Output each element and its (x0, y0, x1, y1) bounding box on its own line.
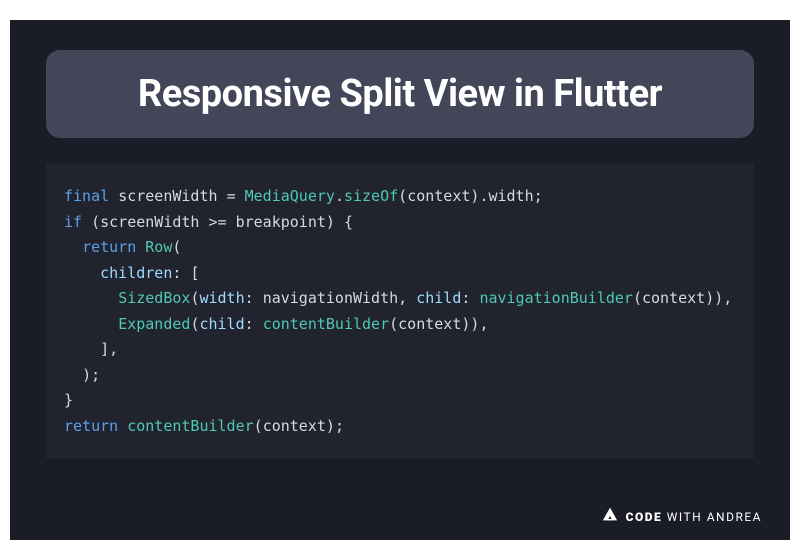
code-token: = (227, 187, 236, 205)
code-token: ( (389, 315, 398, 333)
code-token: ( (172, 238, 181, 256)
code-token: ( (254, 417, 263, 435)
code-token (236, 187, 245, 205)
code-token: contentBuilder (263, 315, 389, 333)
code-token (64, 238, 82, 256)
code-block: final screenWidth = MediaQuery.sizeOf(co… (46, 164, 754, 459)
code-token (227, 213, 236, 231)
code-token: ) (326, 213, 335, 231)
code-token: navigationBuilder (479, 289, 633, 307)
brand-logo-icon (602, 507, 618, 526)
code-token (199, 213, 208, 231)
code-token (64, 264, 100, 282)
code-token: navigationWidth (263, 289, 398, 307)
code-token: width (199, 289, 244, 307)
code-token: context (407, 187, 470, 205)
code-token: , (398, 289, 407, 307)
code-token: . (335, 187, 344, 205)
code-token: ) (714, 289, 723, 307)
code-token: screenWidth (100, 213, 199, 231)
code-token: ( (398, 187, 407, 205)
brand-footer: CODE WITH ANDREA (602, 507, 762, 526)
code-token: ; (534, 187, 543, 205)
code-token: ; (335, 417, 344, 435)
code-token: ) (705, 289, 714, 307)
code-token: breakpoint (236, 213, 326, 231)
code-token: [ (190, 264, 199, 282)
code-token (254, 315, 263, 333)
code-token: return (64, 417, 118, 435)
code-token: >= (209, 213, 227, 231)
code-token: return (82, 238, 136, 256)
code-token: Row (145, 238, 172, 256)
code-token (118, 417, 127, 435)
code-token: child (199, 315, 244, 333)
code-token: : (245, 315, 254, 333)
code-token (136, 238, 145, 256)
slide-title: Responsive Split View in Flutter (66, 72, 734, 116)
title-pill: Responsive Split View in Flutter (46, 50, 754, 138)
brand-prefix: CODE (626, 510, 663, 524)
code-token: , (479, 315, 488, 333)
code-token: ( (91, 213, 100, 231)
code-token: sizeOf (344, 187, 398, 205)
code-token: } (64, 391, 73, 409)
code-token: SizedBox (118, 289, 190, 307)
slide: Responsive Split View in Flutter final s… (10, 20, 790, 540)
code-token: context (263, 417, 326, 435)
code-token: width (488, 187, 533, 205)
code-token (82, 213, 91, 231)
code-token: { (344, 213, 353, 231)
code-token: context (398, 315, 461, 333)
code-token: ], (100, 340, 118, 358)
code-token (254, 289, 263, 307)
code-token: MediaQuery (245, 187, 335, 205)
code-token: , (723, 289, 732, 307)
code-token (407, 289, 416, 307)
code-token: context (642, 289, 705, 307)
code-token (64, 340, 100, 358)
code-token (64, 315, 118, 333)
code-token: if (64, 213, 82, 231)
code-token (64, 366, 82, 384)
code-token: ( (633, 289, 642, 307)
code-token: screenWidth (118, 187, 217, 205)
code-token (109, 187, 118, 205)
code-token (218, 187, 227, 205)
code-token: children (100, 264, 172, 282)
code-token: final (64, 187, 109, 205)
code-token: ); (82, 366, 100, 384)
code-token: contentBuilder (127, 417, 253, 435)
code-token: Expanded (118, 315, 190, 333)
brand-text: CODE WITH ANDREA (626, 510, 762, 524)
brand-suffix: WITH ANDREA (667, 510, 762, 524)
code-token (335, 213, 344, 231)
code-token: : (245, 289, 254, 307)
code-token: ) (326, 417, 335, 435)
code-token: child (416, 289, 461, 307)
code-token (64, 289, 118, 307)
